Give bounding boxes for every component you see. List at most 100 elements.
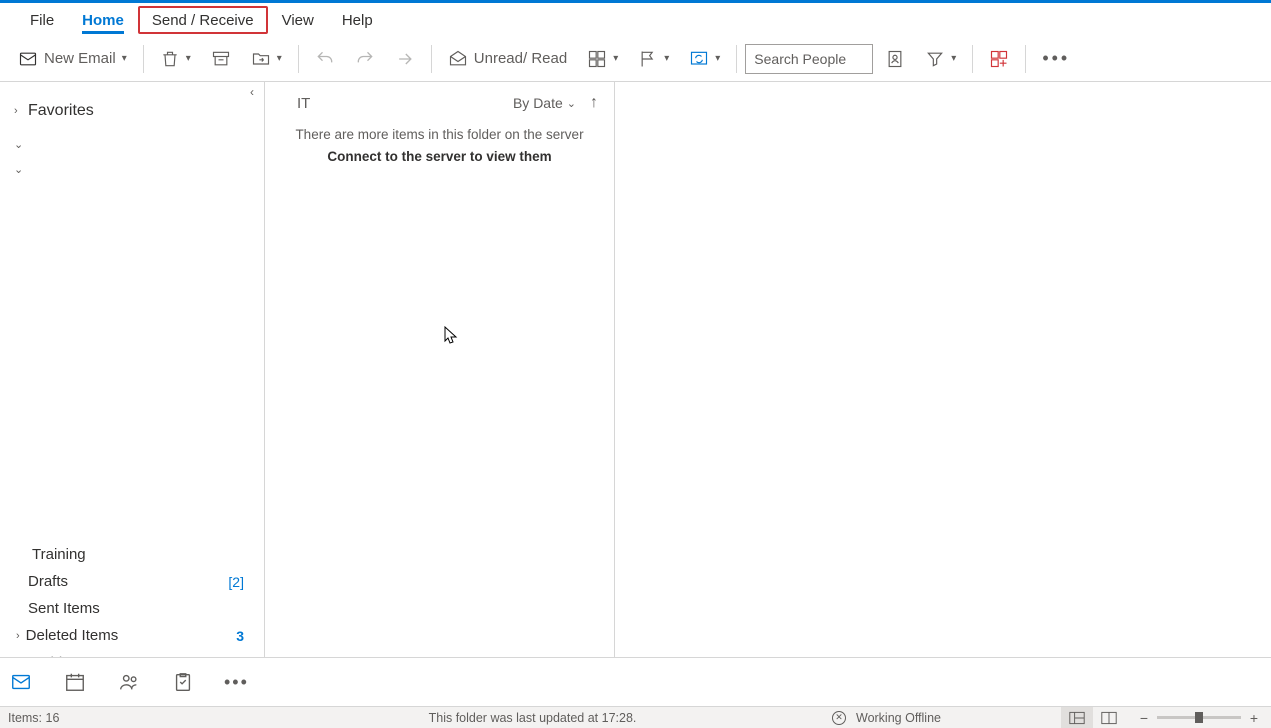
folder-label: Deleted Items (26, 627, 119, 644)
toolbar-divider (736, 45, 737, 73)
filter-button[interactable]: ▾ (917, 45, 964, 73)
folder-title: IT (297, 95, 310, 112)
categorize-button[interactable]: ▾ (579, 45, 626, 73)
sync-window-icon (689, 49, 709, 69)
zoom-control: − + (1135, 710, 1263, 726)
new-email-button[interactable]: New Email ▾ (10, 45, 135, 73)
bottom-nav-bar: ••• (0, 657, 265, 706)
search-people-input[interactable] (745, 44, 873, 74)
sort-by-button[interactable]: By Date ⌄ (513, 95, 576, 111)
menu-home[interactable]: Home (68, 6, 138, 34)
toolbar-divider (1025, 45, 1026, 73)
chevron-down-icon: ▾ (664, 53, 669, 64)
status-bar: Items: 16 This folder was last updated a… (0, 706, 1271, 728)
account-group-1[interactable]: ⌄ I (10, 132, 264, 157)
chevron-down-icon: ▾ (951, 53, 956, 64)
redo-icon (355, 49, 375, 69)
folder-drafts[interactable]: Drafts [2] (0, 568, 264, 595)
ellipsis-icon: ••• (1042, 48, 1070, 69)
menu-send-receive[interactable]: Send / Receive (138, 6, 268, 34)
undo-button[interactable] (307, 45, 343, 73)
calendar-icon (64, 671, 86, 693)
addins-button[interactable] (981, 45, 1017, 73)
toolbar-divider (143, 45, 144, 73)
normal-view-icon (1069, 711, 1085, 725)
server-msg-line2: Connect to the server to view them (275, 146, 604, 168)
server-msg-line1: There are more items in this folder on t… (275, 124, 604, 146)
favorites-header[interactable]: › Favorites (0, 82, 264, 128)
people-view-button[interactable] (116, 669, 142, 695)
reading-view-button[interactable] (1093, 707, 1125, 728)
offline-icon: ✕ (832, 711, 846, 725)
account-group-2[interactable]: ⌄ I (10, 157, 264, 182)
draft-count: [2] (228, 574, 244, 590)
zoom-out-button[interactable]: − (1135, 710, 1153, 726)
chevron-down-icon: ⌄ (14, 138, 26, 151)
menu-bar: File Home Send / Receive View Help (0, 3, 1271, 36)
chevron-down-icon: ▾ (186, 53, 191, 64)
zoom-slider-thumb[interactable] (1195, 712, 1203, 723)
folder-sent-items[interactable]: Sent Items (0, 595, 264, 622)
ribbon-toolbar: New Email ▾ ▾ ▾ Unread/ Read ▾ ▾ ▾ (0, 36, 1271, 82)
folder-archive[interactable]: Archive (0, 649, 264, 657)
bottom-border-extension (265, 657, 1271, 706)
mouse-cursor-icon (444, 326, 458, 346)
tasks-icon (172, 671, 194, 693)
delete-button[interactable]: ▾ (152, 45, 199, 73)
zoom-slider[interactable] (1157, 716, 1241, 719)
address-book-button[interactable] (877, 45, 913, 73)
move-folder-icon (251, 49, 271, 69)
chevron-right-icon: › (16, 630, 20, 642)
mail-view-button[interactable] (8, 669, 34, 695)
folder-label: Archive (28, 654, 78, 657)
addins-icon (989, 49, 1009, 69)
toolbar-divider (298, 45, 299, 73)
tasks-view-button[interactable] (170, 669, 196, 695)
unread-read-button[interactable]: Unread/ Read (440, 45, 575, 73)
favorites-label: Favorites (28, 102, 94, 120)
reading-pane (615, 82, 1271, 657)
deleted-count: 3 (236, 628, 244, 644)
undo-icon (315, 49, 335, 69)
forward-button[interactable] (387, 45, 423, 73)
more-button[interactable]: ••• (1034, 44, 1078, 73)
status-items-count: Items: 16 (8, 711, 273, 725)
new-email-label: New Email (44, 50, 116, 67)
menu-view[interactable]: View (268, 6, 328, 34)
chevron-down-icon: ▾ (715, 53, 720, 64)
mail-icon (18, 49, 38, 69)
folder-label: Training (32, 546, 86, 563)
toolbar-divider (972, 45, 973, 73)
chevron-down-icon: ▾ (277, 53, 282, 64)
arrow-right-icon (395, 49, 415, 69)
sort-label: By Date (513, 95, 563, 111)
address-book-icon (885, 49, 905, 69)
redo-button[interactable] (347, 45, 383, 73)
normal-view-button[interactable] (1061, 707, 1093, 728)
folder-training[interactable]: Training (0, 541, 264, 568)
unread-read-label: Unread/ Read (474, 50, 567, 67)
list-header: IT By Date ⌄ ↑ (265, 82, 614, 124)
zoom-in-button[interactable]: + (1245, 710, 1263, 726)
more-views-button[interactable]: ••• (224, 672, 249, 693)
categories-icon (587, 49, 607, 69)
folder-deleted-items[interactable]: › Deleted Items 3 (0, 622, 264, 649)
archive-button[interactable] (203, 45, 239, 73)
status-last-updated: This folder was last updated at 17:28. (273, 711, 832, 725)
mail-icon (10, 671, 32, 693)
menu-help[interactable]: Help (328, 6, 387, 34)
sync-button[interactable]: ▾ (681, 45, 728, 73)
menu-file[interactable]: File (16, 6, 68, 34)
collapse-nav-icon[interactable]: ‹ (250, 85, 254, 99)
reading-view-icon (1101, 711, 1117, 725)
flag-icon (638, 49, 658, 69)
folder-label: Sent Items (28, 600, 100, 617)
trash-icon (160, 49, 180, 69)
chevron-down-icon: ⌄ (567, 97, 576, 110)
flag-button[interactable]: ▾ (630, 45, 677, 73)
calendar-view-button[interactable] (62, 669, 88, 695)
sort-direction-button[interactable]: ↑ (590, 94, 598, 112)
chevron-down-icon: ▾ (122, 53, 127, 64)
move-button[interactable]: ▾ (243, 45, 290, 73)
envelope-open-icon (448, 49, 468, 69)
